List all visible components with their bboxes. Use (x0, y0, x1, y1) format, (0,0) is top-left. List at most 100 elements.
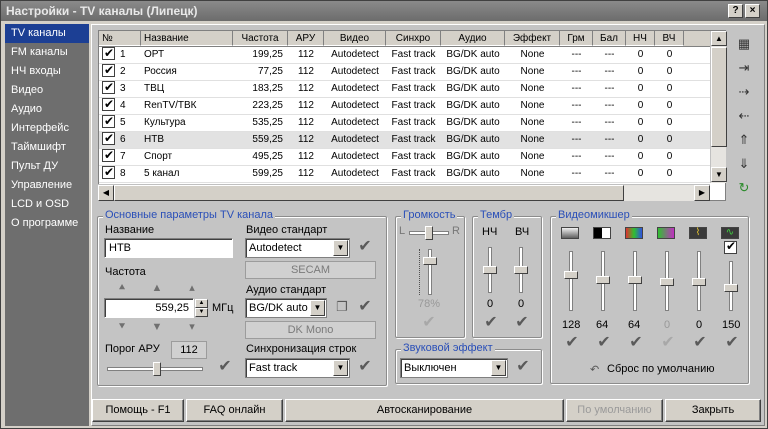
freq-small-down-icon[interactable]: ▾ (185, 321, 199, 333)
reset-undo-icon[interactable]: ↶ (590, 363, 599, 376)
sidebar-item-audio[interactable]: Аудио (5, 100, 89, 119)
brightness-check-icon[interactable]: ✔ (564, 335, 580, 351)
vertical-scroll-thumb[interactable] (711, 47, 727, 147)
channel-enabled-checkbox[interactable] (102, 47, 115, 61)
autoscan-button[interactable]: Автосканирование (285, 399, 564, 422)
insert-icon[interactable]: ⇥ (733, 58, 755, 78)
frequency-input[interactable]: 559,25 (104, 298, 194, 318)
hue-check-icon[interactable]: ✔ (660, 335, 676, 351)
sidebar-item-timeshift[interactable]: Таймшифт (5, 138, 89, 157)
table-row[interactable]: 4 RenTV/ТВК 223,25 112 Autodetect Fast track B… (99, 98, 725, 115)
freq-mid-down-icon[interactable]: ▼ (150, 321, 164, 333)
close-title-button[interactable]: × (745, 4, 760, 18)
sound-effect-check-icon[interactable]: ✔ (515, 359, 531, 375)
table-row[interactable]: 2 Россия 77,25 112 Autodetect Fast track BG/DK… (99, 64, 725, 81)
chevron-down-icon[interactable]: ▼ (333, 240, 348, 256)
volume-slider-track[interactable] (428, 249, 432, 295)
import-icon[interactable]: ⇢ (733, 82, 755, 102)
sidebar-item-lf-inputs[interactable]: НЧ входы (5, 62, 89, 81)
col-agc[interactable]: АРУ (288, 31, 324, 46)
brightness-slider-track[interactable] (569, 251, 573, 311)
audio-copy-icon[interactable]: ❐ (334, 299, 350, 315)
defaults-button[interactable]: По умолчанию (566, 399, 663, 422)
freq-mid-up-icon[interactable]: ▲ (150, 282, 164, 294)
timbre-high-slider-thumb[interactable] (514, 266, 528, 274)
col-sync[interactable]: Синхро (386, 31, 441, 46)
freq-small-up-icon[interactable]: ▴ (185, 282, 199, 294)
frequency-spinner[interactable]: ▲ ▼ (195, 299, 208, 317)
sync-select[interactable]: Fast track ▼ (245, 358, 350, 378)
channel-enabled-checkbox[interactable] (102, 149, 115, 163)
sound-effect-select[interactable]: Выключен ▼ (400, 358, 508, 378)
table-row[interactable]: 5 Культура 535,25 112 Autodetect Fast track BG… (99, 115, 725, 132)
help-title-button[interactable]: ? (728, 4, 743, 18)
sidebar-item-tv-channels[interactable]: TV каналы (5, 24, 89, 43)
table-vertical-scrollbar[interactable]: ▲ ▼ (710, 31, 727, 183)
video-standard-select[interactable]: Autodetect ▼ (245, 238, 350, 258)
col-effect[interactable]: Эффект (505, 31, 560, 46)
channel-name-input[interactable]: НТВ (104, 238, 233, 258)
chevron-down-icon[interactable]: ▼ (310, 300, 325, 316)
audio-standard-select[interactable]: BG/DK auto ▼ (245, 298, 327, 318)
timbre-low-slider-thumb[interactable] (483, 266, 497, 274)
freq-big-up-icon[interactable]: ⯅ (115, 282, 129, 294)
refresh-icon[interactable]: ↻ (733, 178, 755, 198)
help-button[interactable]: Помощь - F1 (92, 399, 184, 422)
spin-down-icon[interactable]: ▼ (195, 308, 208, 317)
sync-check-icon[interactable]: ✔ (357, 359, 373, 375)
move-up-icon[interactable]: ⇑ (733, 130, 755, 150)
freq-big-down-icon[interactable]: ⯆ (115, 321, 129, 333)
gamma-check-icon[interactable]: ✔ (724, 335, 740, 351)
list-icon[interactable]: ▦ (733, 34, 755, 54)
col-hf[interactable]: ВЧ (655, 31, 684, 46)
contrast-slider-thumb[interactable] (596, 276, 610, 284)
sidebar-item-about[interactable]: О программе (5, 214, 89, 233)
col-bal[interactable]: Бал (593, 31, 626, 46)
channel-enabled-checkbox[interactable] (102, 132, 115, 146)
saturation-slider-thumb[interactable] (628, 276, 642, 284)
table-row[interactable]: 8 5 канал 599,25 112 Autodetect Fast track BG/… (99, 166, 725, 183)
col-lf[interactable]: НЧ (626, 31, 655, 46)
col-name[interactable]: Название (141, 31, 233, 46)
table-horizontal-scrollbar[interactable]: ◀ ▶ (98, 184, 710, 201)
spin-up-icon[interactable]: ▲ (195, 299, 208, 308)
scroll-down-arrow-icon[interactable]: ▼ (711, 167, 727, 182)
agc-slider-thumb[interactable] (153, 362, 161, 376)
channel-enabled-checkbox[interactable] (102, 98, 115, 112)
sidebar-item-control[interactable]: Управление (5, 176, 89, 195)
timbre-low-check-icon[interactable]: ✔ (483, 315, 499, 331)
channel-enabled-checkbox[interactable] (102, 115, 115, 129)
gamma-enable-checkbox[interactable] (724, 239, 737, 254)
export-icon[interactable]: ⇠ (733, 106, 755, 126)
sidebar-item-lcd-osd[interactable]: LCD и OSD (5, 195, 89, 214)
col-audio[interactable]: Аудио (441, 31, 505, 46)
table-row[interactable]: 6 НТВ 559,25 112 Autodetect Fast track BG/DK a… (99, 132, 725, 149)
col-grm[interactable]: Грм (560, 31, 593, 46)
close-button[interactable]: Закрыть (665, 399, 761, 422)
col-number[interactable]: № (99, 31, 141, 46)
horizontal-scroll-thumb[interactable] (114, 185, 624, 201)
chevron-down-icon[interactable]: ▼ (333, 360, 348, 376)
volume-check-icon[interactable]: ✔ (421, 315, 437, 331)
video-standard-check-icon[interactable]: ✔ (357, 239, 373, 255)
balance-slider-thumb[interactable] (425, 226, 433, 240)
audio-standard-check-icon[interactable]: ✔ (357, 299, 373, 315)
sidebar-item-fm-channels[interactable]: FM каналы (5, 43, 89, 62)
channel-enabled-checkbox[interactable] (102, 64, 115, 78)
col-video[interactable]: Видео (324, 31, 386, 46)
reset-defaults-link[interactable]: Сброс по умолчанию (607, 363, 714, 375)
channel-enabled-checkbox[interactable] (102, 166, 115, 180)
table-row[interactable]: 7 Спорт 495,25 112 Autodetect Fast track BG/DK… (99, 149, 725, 166)
sharpness-check-icon[interactable]: ✔ (692, 335, 708, 351)
timbre-high-check-icon[interactable]: ✔ (514, 315, 530, 331)
sidebar-item-video[interactable]: Видео (5, 81, 89, 100)
channel-enabled-checkbox[interactable] (102, 81, 115, 95)
volume-slider-thumb[interactable] (423, 257, 437, 266)
brightness-slider-thumb[interactable] (564, 271, 578, 279)
agc-apply-check-icon[interactable]: ✔ (217, 359, 233, 375)
scroll-up-arrow-icon[interactable]: ▲ (711, 31, 727, 46)
col-frequency[interactable]: Частота (233, 31, 288, 46)
chevron-down-icon[interactable]: ▼ (491, 360, 506, 376)
move-down-icon[interactable]: ⇓ (733, 154, 755, 174)
gamma-slider-thumb[interactable] (724, 284, 738, 292)
